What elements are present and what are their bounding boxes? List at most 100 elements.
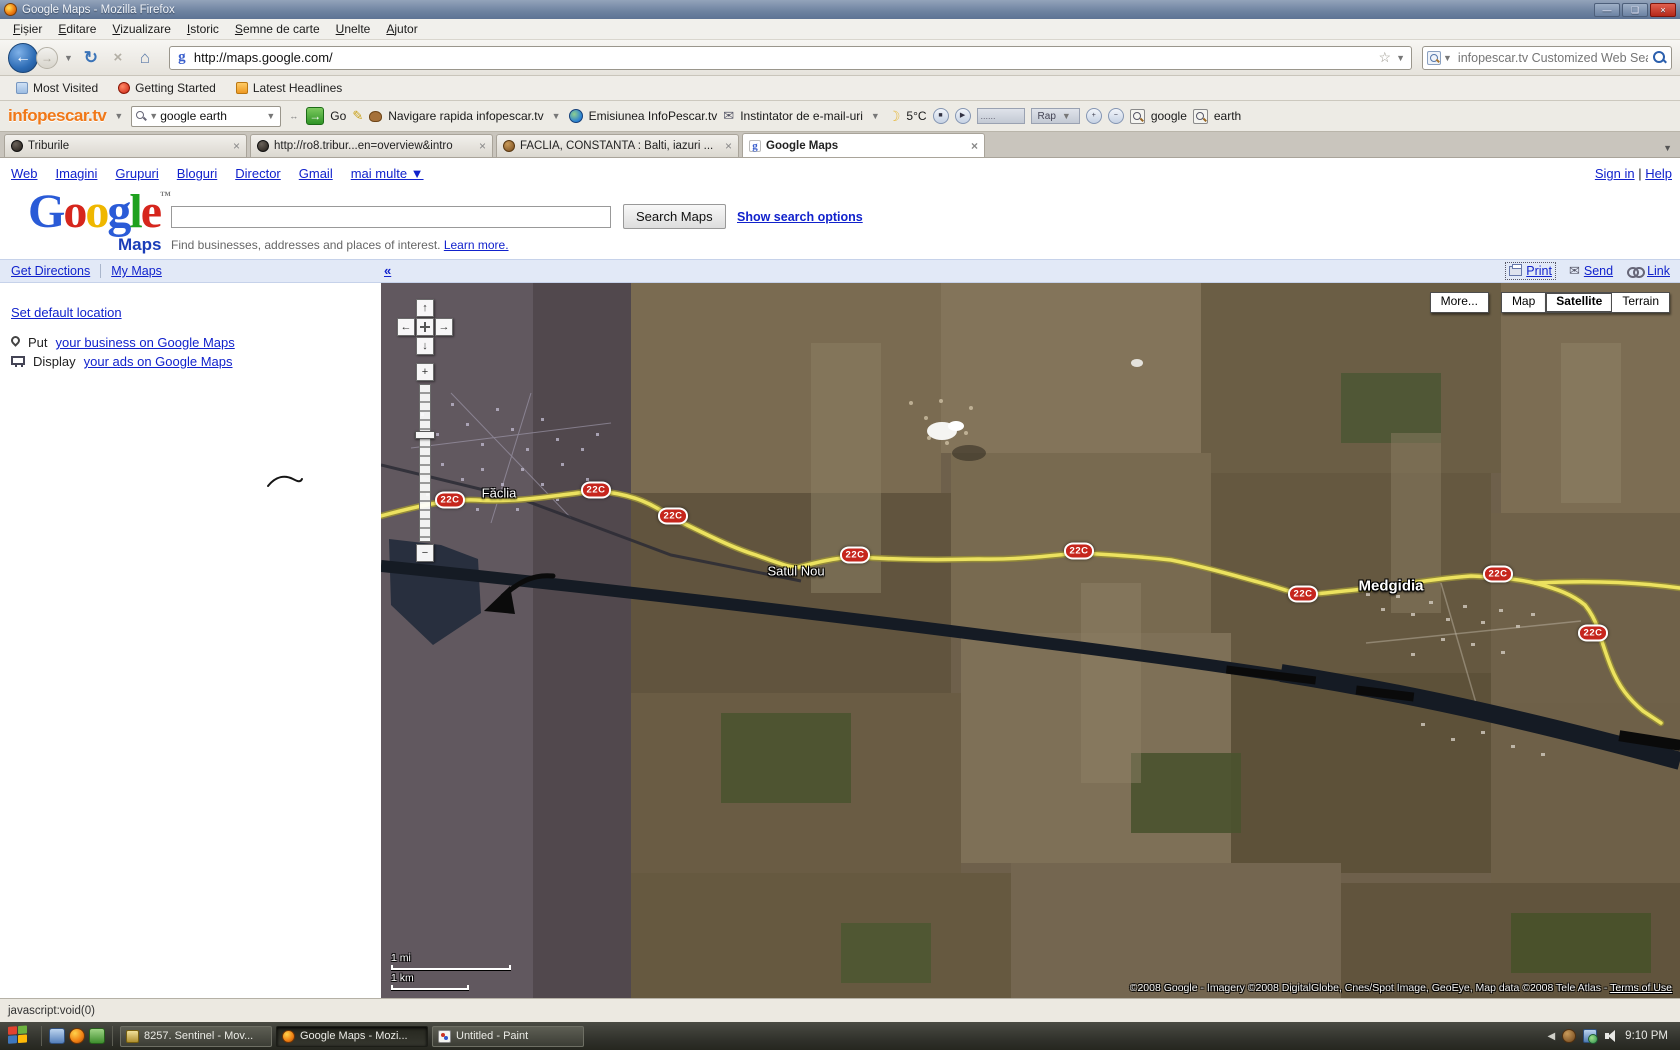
history-dropdown-icon[interactable]: ▼ [62, 53, 75, 63]
url-dropdown-icon[interactable]: ▼ [1394, 53, 1407, 63]
help-link[interactable]: Help [1645, 166, 1672, 181]
search-engine-icon[interactable] [1427, 51, 1441, 65]
instintator-link[interactable]: Instintator de e-mail-uri [740, 109, 863, 123]
pan-right-button[interactable]: → [435, 318, 453, 336]
web-search-input[interactable] [1454, 51, 1652, 65]
home-button[interactable]: ⌂ [133, 48, 157, 68]
search-type-dropdown-icon[interactable]: ▼ [147, 111, 160, 121]
window-titlebar[interactable]: Google Maps - Mozilla Firefox — ❑ × [0, 0, 1680, 19]
signin-link[interactable]: Sign in [1595, 166, 1635, 181]
earth-button-label[interactable]: earth [1214, 109, 1241, 123]
menu-semne-de-carte[interactable]: Semne de carte [228, 20, 327, 38]
menu-fisier[interactable]: Fișier [6, 20, 49, 38]
more-button[interactable]: More... [1430, 292, 1489, 313]
go-button-label[interactable]: Go [330, 109, 346, 123]
play-media-button[interactable]: ▶ [955, 108, 971, 124]
infopescar-logo[interactable]: infopescar.tv [8, 106, 106, 126]
google-button-label[interactable]: google [1151, 109, 1187, 123]
send-button[interactable]: ✉ Send [1569, 263, 1613, 279]
link-button[interactable]: Link [1627, 264, 1670, 278]
link-grupuri[interactable]: Grupuri [115, 166, 158, 181]
recenter-button[interactable] [416, 318, 434, 336]
link-mai-multe[interactable]: mai multe ▼ [351, 166, 424, 181]
search-go-icon[interactable] [1652, 50, 1667, 65]
my-maps-link[interactable]: My Maps [111, 264, 162, 278]
search-history-dropdown-icon[interactable]: ▼ [264, 111, 277, 121]
tab-close-icon[interactable]: × [479, 139, 486, 153]
link-director[interactable]: Director [235, 166, 281, 181]
show-search-options-link[interactable]: Show search options [737, 210, 863, 224]
pan-up-button[interactable]: ↑ [416, 299, 434, 317]
minimize-button[interactable]: — [1594, 3, 1620, 17]
quick-launch-messenger-icon[interactable] [89, 1028, 105, 1044]
menu-ajutor[interactable]: Ajutor [379, 20, 424, 38]
link-gmail[interactable]: Gmail [299, 166, 333, 181]
list-all-tabs-icon[interactable]: ▼ [1663, 143, 1676, 157]
highlighter-icon[interactable]: ✎ [352, 108, 363, 124]
radio-station-select[interactable]: Rap ▼ [1031, 108, 1080, 124]
stop-media-button[interactable]: ■ [933, 108, 949, 124]
emisiunea-link[interactable]: Emisiunea InfoPescar.tv [589, 109, 718, 123]
search-maps-button[interactable]: Search Maps [623, 204, 726, 229]
menu-editare[interactable]: Editare [51, 20, 103, 38]
link-bloguri[interactable]: Bloguri [177, 166, 217, 181]
earth-search-icon[interactable] [1193, 109, 1208, 124]
zoom-slider-track[interactable] [419, 384, 431, 542]
tray-volume-icon[interactable] [1604, 1029, 1618, 1043]
logo-dropdown-icon[interactable]: ▼ [112, 111, 125, 121]
link-web[interactable]: Web [11, 166, 38, 181]
go-button-icon[interactable]: → [306, 107, 324, 125]
your-ads-link[interactable]: your ads on Google Maps [84, 354, 233, 369]
station-dropdown-icon[interactable]: ▼ [1060, 111, 1073, 121]
pan-down-button[interactable]: ↓ [416, 337, 434, 355]
task-sentinel[interactable]: 8257. Sentinel - Mov... [120, 1026, 272, 1047]
get-directions-link[interactable]: Get Directions [11, 264, 90, 278]
navigare-rapida-link[interactable]: Navigare rapida infopescar.tv [388, 109, 543, 123]
start-button[interactable] [8, 1025, 30, 1047]
menu-unelte[interactable]: Unelte [329, 20, 378, 38]
map-type-satellite-button[interactable]: Satellite [1545, 292, 1611, 313]
learn-more-link[interactable]: Learn more. [444, 238, 509, 252]
zoom-slider-knob[interactable] [415, 431, 435, 439]
tab-tribur-overview[interactable]: http://ro8.tribur...en=overview&intro × [250, 134, 493, 157]
task-paint[interactable]: Untitled - Paint [432, 1026, 584, 1047]
navigare-dropdown-icon[interactable]: ▼ [550, 111, 563, 121]
quick-launch-firefox-icon[interactable] [69, 1028, 85, 1044]
map-type-terrain-button[interactable]: Terrain [1611, 292, 1670, 313]
bookmark-most-visited[interactable]: Most Visited [10, 79, 104, 97]
map-type-map-button[interactable]: Map [1501, 292, 1545, 313]
terms-of-use-link[interactable]: Terms of Use [1610, 982, 1672, 994]
toolbar-search-box[interactable]: ▼ ▼ [131, 106, 281, 127]
link-imagini[interactable]: Imagini [56, 166, 98, 181]
forward-button[interactable]: → [36, 47, 58, 69]
zoom-out-button[interactable]: − [416, 544, 434, 562]
bookmark-star-icon[interactable]: ☆ [1376, 49, 1395, 66]
google-search-icon[interactable] [1130, 109, 1145, 124]
url-input[interactable] [190, 50, 1376, 65]
reload-button[interactable]: ↻ [79, 48, 103, 68]
pan-left-button[interactable]: ← [397, 318, 415, 336]
volume-down-button[interactable]: − [1108, 108, 1124, 124]
print-button[interactable]: Print [1506, 263, 1555, 279]
volume-up-button[interactable]: + [1086, 108, 1102, 124]
maps-search-input[interactable] [171, 206, 611, 228]
zoom-in-button[interactable]: + [416, 363, 434, 381]
quick-launch-show-desktop-icon[interactable] [49, 1028, 65, 1044]
tab-triburile[interactable]: Triburile × [4, 134, 247, 157]
collapse-sidebar-button[interactable]: « [384, 263, 391, 278]
maximize-button[interactable]: ❑ [1622, 3, 1648, 17]
tab-close-icon[interactable]: × [233, 139, 240, 153]
close-button[interactable]: × [1650, 3, 1676, 17]
toolbar-search-input[interactable] [160, 109, 264, 123]
task-google-maps[interactable]: Google Maps - Mozi... [276, 1026, 428, 1047]
tray-expand-icon[interactable]: ◀ [1547, 1031, 1555, 1042]
menu-istoric[interactable]: Istoric [180, 20, 226, 38]
tab-close-icon[interactable]: × [725, 139, 732, 153]
bookmark-latest-headlines[interactable]: Latest Headlines [230, 79, 348, 97]
tray-network-icon[interactable] [1583, 1029, 1597, 1043]
bookmark-getting-started[interactable]: Getting Started [112, 79, 222, 97]
web-search-box[interactable]: ▼ [1422, 46, 1672, 70]
your-business-link[interactable]: your business on Google Maps [56, 335, 235, 350]
stop-button[interactable]: × [107, 49, 129, 66]
set-default-location-link[interactable]: Set default location [11, 305, 122, 320]
